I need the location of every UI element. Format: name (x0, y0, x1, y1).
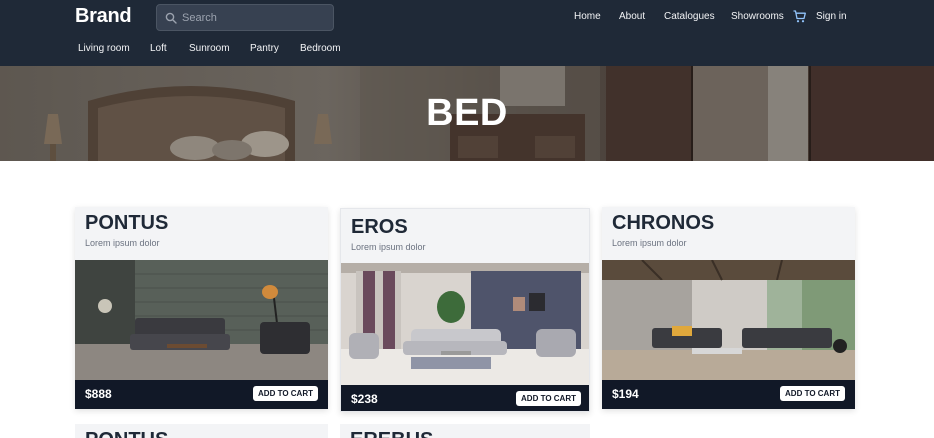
nav-catalogues[interactable]: Catalogues (664, 11, 715, 22)
category-loft[interactable]: Loft (150, 43, 167, 54)
hero-banner: BED (0, 66, 934, 161)
nav-showrooms[interactable]: Showrooms (731, 11, 784, 22)
add-to-cart-button[interactable]: ADD TO CART (253, 386, 318, 401)
shopping-cart-icon[interactable] (793, 10, 806, 23)
product-price: $194 (612, 387, 639, 401)
product-image[interactable] (602, 260, 855, 380)
hero-title: BED (426, 92, 508, 134)
product-subtitle: Lorem ipsum dolor (351, 242, 426, 252)
product-footer: $194 ADD TO CART (602, 380, 855, 409)
product-image[interactable] (75, 260, 328, 380)
product-name: EROS (351, 216, 408, 238)
add-to-cart-button[interactable]: ADD TO CART (780, 386, 845, 401)
product-price: $888 (85, 387, 112, 401)
nav-about[interactable]: About (619, 11, 645, 22)
product-card-eros[interactable]: EROS Lorem ipsum dolor $238 ADD TO CART (340, 208, 590, 412)
product-card-peek-2[interactable]: EREBUS (340, 424, 590, 438)
product-card-pontus[interactable]: PONTUS Lorem ipsum dolor $888 ADD TO CAR… (75, 207, 328, 409)
search-input[interactable] (182, 8, 327, 28)
product-subtitle: Lorem ipsum dolor (612, 238, 687, 248)
product-card-peek-1[interactable]: PONTUS (75, 424, 328, 438)
product-name: PONTUS (85, 212, 169, 234)
add-to-cart-button[interactable]: ADD TO CART (516, 391, 581, 406)
product-name: PONTUS (85, 429, 168, 438)
category-pantry[interactable]: Pantry (250, 43, 279, 54)
sign-in-link[interactable]: Sign in (816, 11, 847, 22)
category-bedroom[interactable]: Bedroom (300, 43, 341, 54)
brand-logo[interactable]: Brand (75, 5, 132, 28)
product-price: $238 (351, 392, 378, 406)
nav-home[interactable]: Home (574, 11, 601, 22)
top-navbar: Brand Home About Catalogues Showrooms Si… (0, 0, 934, 66)
category-sunroom[interactable]: Sunroom (189, 43, 230, 54)
product-subtitle: Lorem ipsum dolor (85, 238, 160, 248)
search-icon (165, 12, 177, 24)
product-name: CHRONOS (612, 212, 715, 234)
search-box[interactable] (156, 4, 334, 31)
product-footer: $238 ADD TO CART (341, 385, 589, 411)
product-name: EREBUS (350, 429, 433, 438)
category-living-room[interactable]: Living room (78, 43, 130, 54)
product-image[interactable] (341, 263, 590, 385)
product-footer: $888 ADD TO CART (75, 380, 328, 409)
product-card-chronos[interactable]: CHRONOS Lorem ipsum dolor $194 ADD TO CA… (602, 207, 855, 409)
